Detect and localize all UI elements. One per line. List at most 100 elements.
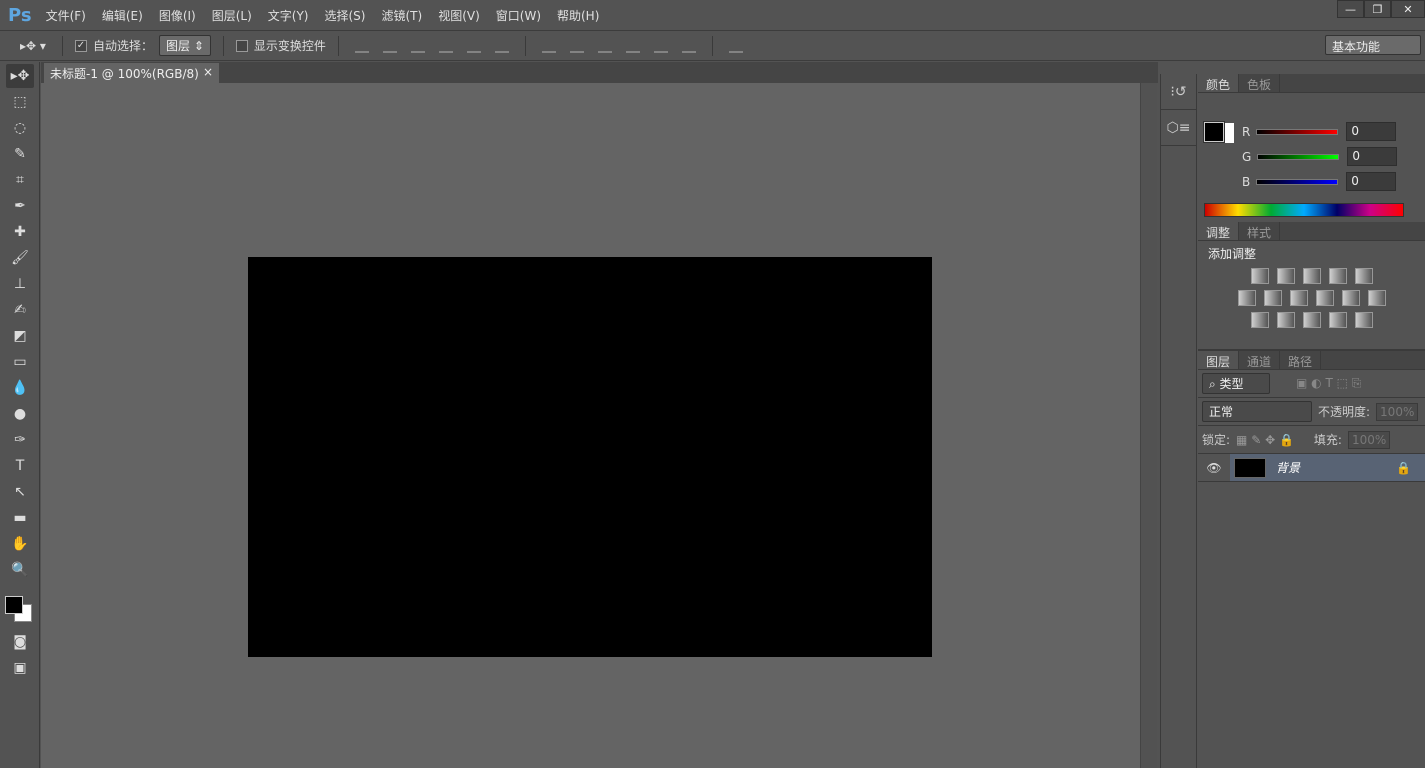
vibrance-icon[interactable]	[1354, 268, 1373, 284]
blue-slider[interactable]	[1256, 178, 1339, 185]
move-tool-preset-icon[interactable]: ▸✥ ▾	[20, 39, 50, 53]
filter-type-icons[interactable]: ▣ ◐ T ⬚ ⎘	[1296, 376, 1361, 391]
blue-value-input[interactable]: 0	[1346, 172, 1397, 191]
brightness-icon[interactable]	[1250, 268, 1269, 284]
lock-icons[interactable]: ▦ ✎ ✥ 🔒	[1236, 433, 1294, 447]
layer-lock-icon: 🔒	[1396, 460, 1411, 475]
distribute-bottom-icon[interactable]	[597, 39, 612, 53]
close-button[interactable]: ✕	[1391, 0, 1425, 18]
move-tool-icon[interactable]: ▸✥	[6, 64, 34, 88]
eraser-tool-icon[interactable]: ◩	[6, 324, 34, 348]
zoom-tool-icon[interactable]: 🔍	[6, 558, 34, 582]
align-hcenter-icon[interactable]	[466, 39, 481, 53]
menu-edit[interactable]: 编辑(E)	[102, 7, 143, 24]
marquee-tool-icon[interactable]: ⬚	[6, 90, 34, 114]
path-select-tool-icon[interactable]: ↖	[6, 480, 34, 504]
history-brush-tool-icon[interactable]: ✍	[6, 298, 34, 322]
dodge-tool-icon[interactable]: ●	[6, 402, 34, 426]
menu-type[interactable]: 文字(Y)	[268, 7, 309, 24]
tab-layers[interactable]: 图层	[1198, 351, 1240, 369]
show-transform-checkbox[interactable]	[235, 39, 248, 52]
invert-icon[interactable]	[1250, 312, 1269, 328]
channel-mixer-icon[interactable]	[1341, 290, 1360, 306]
align-right-icon[interactable]	[494, 39, 509, 53]
foreground-color-swatch[interactable]	[5, 596, 23, 614]
tab-adjustments[interactable]: 调整	[1198, 222, 1240, 240]
red-value-input[interactable]: 0	[1346, 122, 1397, 141]
rectangle-tool-icon[interactable]: ▬	[6, 506, 34, 530]
pen-tool-icon[interactable]: ✑	[6, 428, 34, 452]
blend-mode-dropdown[interactable]: 正常	[1202, 401, 1312, 422]
distribute-left-icon[interactable]	[625, 39, 640, 53]
align-top-icon[interactable]	[354, 39, 369, 53]
layer-row-background[interactable]: 👁 背景 🔒	[1198, 454, 1425, 482]
quick-select-tool-icon[interactable]: ✎	[6, 142, 34, 166]
gradient-map-icon[interactable]	[1354, 312, 1373, 328]
history-panel-icon[interactable]: ⁝↺	[1161, 74, 1196, 110]
document-tab[interactable]: 未标题-1 @ 100%(RGB/8) * ×	[44, 63, 219, 96]
type-tool-icon[interactable]: T	[6, 454, 34, 478]
screen-mode-icon[interactable]: ▣	[6, 656, 34, 680]
tab-styles[interactable]: 样式	[1239, 222, 1281, 240]
distribute-top-icon[interactable]	[541, 39, 556, 53]
menu-view[interactable]: 视图(V)	[438, 7, 480, 24]
align-bottom-icon[interactable]	[410, 39, 425, 53]
document-canvas[interactable]	[248, 257, 932, 657]
distribute-right-icon[interactable]	[681, 39, 696, 53]
selective-color-icon[interactable]	[1328, 312, 1347, 328]
gradient-tool-icon[interactable]: ▭	[6, 350, 34, 374]
tab-paths[interactable]: 路径	[1280, 351, 1322, 369]
threshold-icon[interactable]	[1302, 312, 1321, 328]
menu-image[interactable]: 图像(I)	[159, 7, 196, 24]
tab-swatches[interactable]: 色板	[1239, 74, 1281, 92]
red-slider[interactable]	[1256, 128, 1339, 135]
tab-channels[interactable]: 通道	[1239, 351, 1281, 369]
menu-help[interactable]: 帮助(H)	[557, 7, 599, 24]
menu-window[interactable]: 窗口(W)	[496, 7, 541, 24]
blur-tool-icon[interactable]: 💧	[6, 376, 34, 400]
auto-align-icon[interactable]	[728, 39, 743, 53]
menu-select[interactable]: 选择(S)	[325, 7, 366, 24]
brush-tool-icon[interactable]: 🖌	[6, 246, 34, 270]
black-white-icon[interactable]	[1289, 290, 1308, 306]
crop-tool-icon[interactable]: ⌗	[6, 168, 34, 192]
distribute-vcenter-icon[interactable]	[569, 39, 584, 53]
quick-mask-icon[interactable]: ◙	[6, 630, 34, 654]
opacity-input[interactable]: 100%	[1376, 402, 1419, 421]
fill-input[interactable]: 100%	[1347, 430, 1391, 449]
tab-color[interactable]: 颜色	[1198, 74, 1240, 92]
curves-icon[interactable]	[1302, 268, 1321, 284]
color-balance-icon[interactable]	[1263, 290, 1282, 306]
vertical-scrollbar[interactable]	[1140, 83, 1157, 768]
green-slider[interactable]	[1257, 153, 1340, 160]
posterize-icon[interactable]	[1276, 312, 1295, 328]
clone-stamp-tool-icon[interactable]: ⊥	[6, 272, 34, 296]
workspace-dropdown[interactable]: 基本功能	[1325, 35, 1421, 55]
auto-select-dropdown[interactable]: 图层 ⇕	[159, 35, 211, 56]
color-spectrum-ramp[interactable]	[1204, 203, 1404, 217]
green-value-input[interactable]: 0	[1347, 147, 1398, 166]
foreground-swatch[interactable]	[1203, 121, 1225, 143]
exposure-icon[interactable]	[1328, 268, 1347, 284]
color-lookup-icon[interactable]	[1367, 290, 1386, 306]
hue-saturation-icon[interactable]	[1237, 290, 1256, 306]
visibility-eye-icon[interactable]: 👁	[1198, 454, 1230, 481]
minimize-button[interactable]: —	[1337, 0, 1364, 18]
hand-tool-icon[interactable]: ✋	[6, 532, 34, 556]
layer-filter-dropdown[interactable]: ⌕ 类型	[1202, 373, 1270, 394]
photo-filter-icon[interactable]	[1315, 290, 1334, 306]
menu-layer[interactable]: 图层(L)	[212, 7, 252, 24]
healing-brush-tool-icon[interactable]: ✚	[6, 220, 34, 244]
restore-button[interactable]: ❐	[1364, 0, 1391, 18]
properties-panel-icon[interactable]: ⬡≡	[1161, 110, 1196, 146]
lasso-tool-icon[interactable]: ◌	[6, 116, 34, 140]
distribute-hcenter-icon[interactable]	[653, 39, 668, 53]
eyedropper-tool-icon[interactable]: ✒	[6, 194, 34, 218]
menu-file[interactable]: 文件(F)	[46, 7, 86, 24]
auto-select-checkbox[interactable]: ✓	[75, 39, 87, 52]
align-vcenter-icon[interactable]	[382, 39, 397, 53]
align-left-icon[interactable]	[438, 39, 453, 53]
levels-icon[interactable]	[1276, 268, 1295, 284]
menu-filter[interactable]: 滤镜(T)	[381, 7, 422, 24]
close-tab-icon[interactable]: ×	[203, 65, 213, 81]
